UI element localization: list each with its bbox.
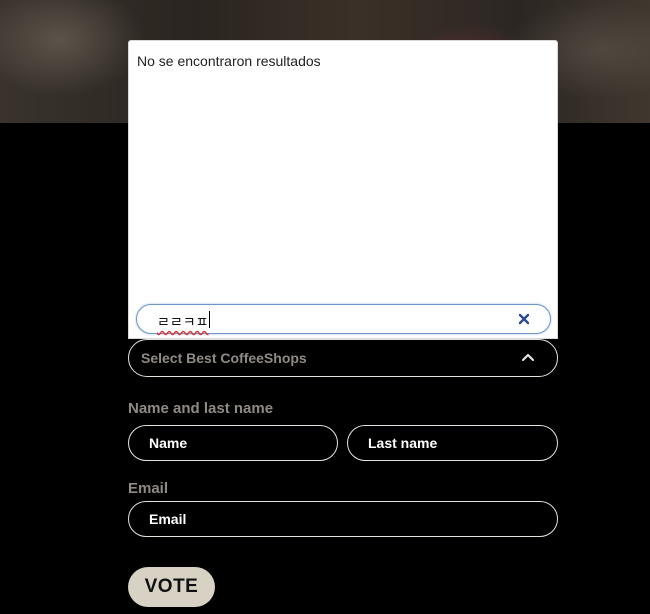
first-name-placeholder: Name	[149, 435, 188, 451]
coffeeshop-select[interactable]: Select Best CoffeeShops	[128, 339, 558, 377]
dropdown-search-value: ㄹㄹㅋㅍ	[157, 315, 209, 331]
first-name-field[interactable]: Name	[128, 425, 338, 461]
coffeeshop-dropdown-panel: No se encontraron resultados ㄹㄹㅋㅍ	[128, 40, 558, 339]
name-section-label: Name and last name	[128, 400, 274, 417]
coffeeshop-select-placeholder: Select Best CoffeeShops	[141, 350, 307, 366]
email-placeholder: Email	[149, 511, 187, 527]
last-name-field[interactable]: Last name	[347, 425, 558, 461]
email-section-label: Email	[128, 480, 169, 497]
no-results-message: No se encontraron resultados	[137, 53, 321, 69]
chevron-up-icon[interactable]	[521, 350, 535, 364]
vote-button[interactable]: VOTE	[128, 567, 215, 607]
last-name-placeholder: Last name	[368, 435, 438, 451]
dropdown-search-input[interactable]: ㄹㄹㅋㅍ	[136, 304, 551, 334]
email-field[interactable]: Email	[128, 501, 558, 537]
text-caret	[209, 311, 210, 328]
close-icon[interactable]	[518, 313, 530, 325]
